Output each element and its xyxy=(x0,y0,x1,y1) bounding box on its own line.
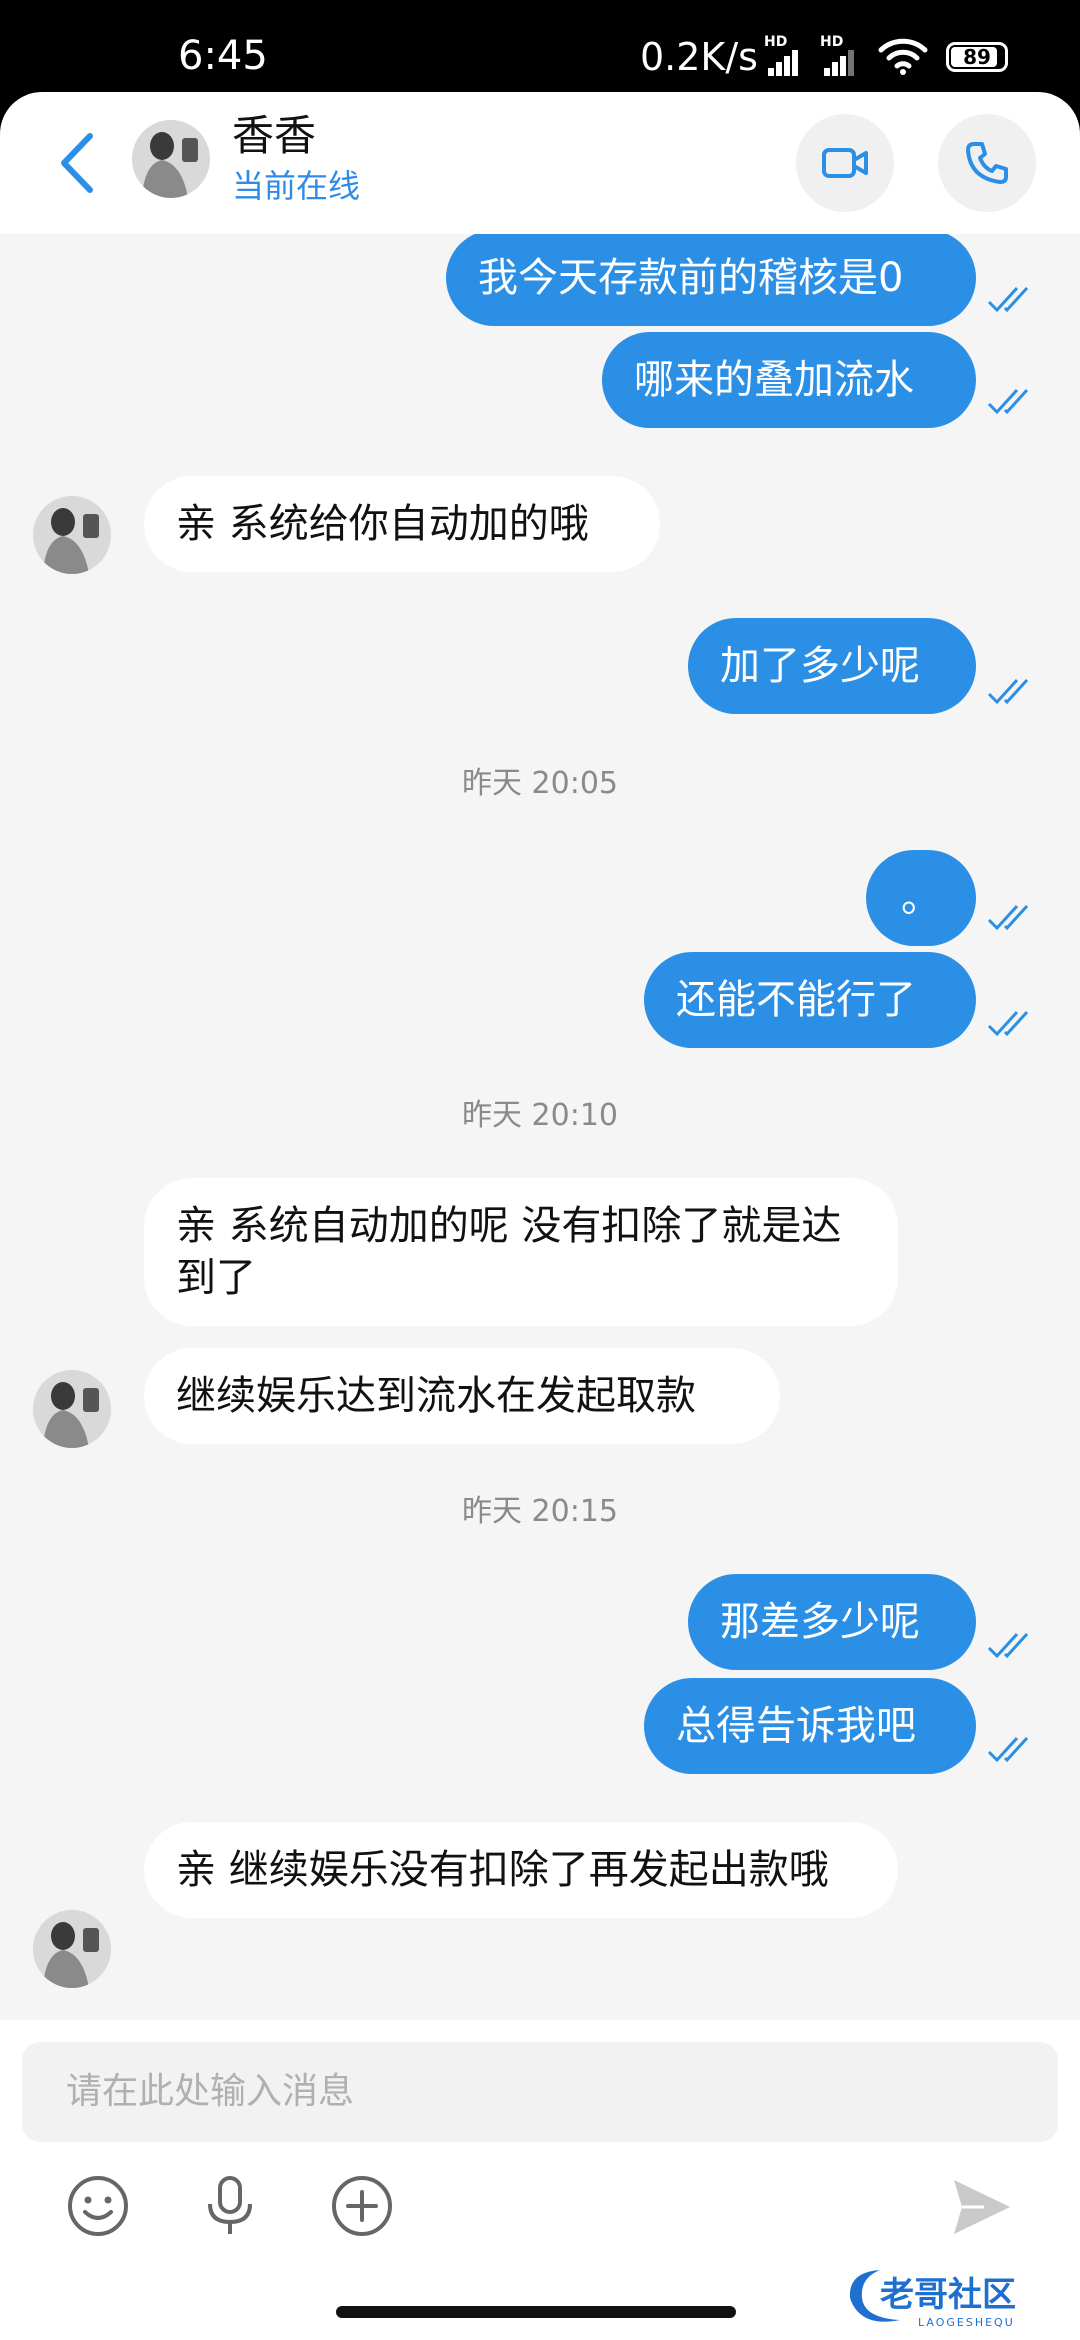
read-check-icon xyxy=(987,678,1029,705)
input-panel: 请在此处输入消息 老哥社区 LAOGESHEQU xyxy=(0,2020,1080,2340)
status-bar: 6:45 0.2K/s HD HD 89 xyxy=(0,0,1080,92)
status-time: 6:45 xyxy=(178,33,268,79)
phone-icon xyxy=(966,142,1008,184)
video-camera-icon xyxy=(822,148,868,178)
read-check-icon xyxy=(987,286,1029,313)
video-call-button[interactable] xyxy=(796,114,894,212)
battery-icon: 89 xyxy=(946,42,1008,72)
signal-icon: HD xyxy=(764,34,808,76)
read-check-icon xyxy=(987,388,1029,415)
home-indicator[interactable] xyxy=(336,2306,736,2318)
read-check-icon xyxy=(987,1010,1029,1037)
contact-avatar[interactable] xyxy=(33,496,111,574)
contact-avatar[interactable] xyxy=(132,120,210,198)
outgoing-message[interactable]: 那差多少呢 xyxy=(688,1574,976,1670)
svg-text:老哥社区: 老哥社区 xyxy=(880,2275,1016,2315)
outgoing-message[interactable]: 哪来的叠加流水 xyxy=(602,332,976,428)
read-check-icon xyxy=(987,1736,1029,1763)
chat-header: 香香 当前在线 xyxy=(0,92,1080,234)
network-speed: 0.2K/s xyxy=(640,35,758,79)
read-check-icon xyxy=(987,1632,1029,1659)
svg-text:LAOGESHEQU: LAOGESHEQU xyxy=(918,2316,1015,2329)
outgoing-message[interactable]: 加了多少呢 xyxy=(688,618,976,714)
online-status: 当前在线 xyxy=(232,167,361,205)
watermark-logo: 老哥社区 LAOGESHEQU xyxy=(849,2270,1016,2329)
timestamp: 昨天 20:10 xyxy=(462,1098,618,1133)
emoji-icon[interactable] xyxy=(64,2172,132,2240)
incoming-message[interactable]: 亲 继续娱乐没有扣除了再发起出款哦 xyxy=(144,1822,898,1918)
timestamp: 昨天 20:05 xyxy=(462,766,618,801)
outgoing-message[interactable]: 。 xyxy=(866,850,976,946)
plus-circle-icon[interactable] xyxy=(328,2172,396,2240)
signal-icon: HD xyxy=(820,34,864,76)
message-input[interactable]: 请在此处输入消息 xyxy=(22,2042,1058,2142)
voice-call-button[interactable] xyxy=(938,114,1036,212)
microphone-icon[interactable] xyxy=(196,2172,264,2240)
contact-name: 香香 xyxy=(232,111,317,160)
outgoing-message[interactable]: 还能不能行了 xyxy=(644,952,976,1048)
read-check-icon xyxy=(987,904,1029,931)
status-indicators: 0.2K/s HD HD 89 xyxy=(640,30,1080,82)
outgoing-message[interactable]: 我今天存款前的稽核是0 xyxy=(446,234,976,326)
outgoing-message[interactable]: 总得告诉我吧 xyxy=(644,1678,976,1774)
incoming-message[interactable]: 亲 系统给你自动加的哦 xyxy=(144,476,660,572)
contact-avatar[interactable] xyxy=(33,1910,111,1988)
contact-avatar[interactable] xyxy=(33,1370,111,1448)
wifi-icon xyxy=(878,38,928,75)
timestamp: 昨天 20:15 xyxy=(462,1494,618,1529)
message-list[interactable]: 我今天存款前的稽核是0 哪来的叠加流水 亲 系统给你自动加的哦 加了多少呢 昨天… xyxy=(0,234,1080,2020)
battery-level: 89 xyxy=(963,45,991,69)
incoming-message[interactable]: 亲 系统自动加的呢 没有扣除了就是达到了 xyxy=(144,1178,898,1326)
send-icon[interactable] xyxy=(950,2176,1014,2238)
incoming-message[interactable]: 继续娱乐达到流水在发起取款 xyxy=(144,1348,780,1444)
chevron-left-icon[interactable] xyxy=(50,126,110,200)
